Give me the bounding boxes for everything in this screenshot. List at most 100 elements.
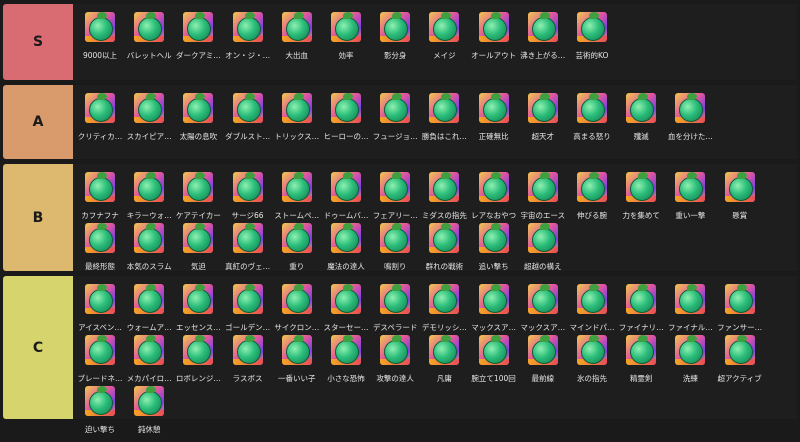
tier-item[interactable]: ラスボス [224, 335, 272, 391]
item-label: サイクロン… [274, 323, 320, 332]
tier-item[interactable]: 宇宙のエース [519, 172, 567, 228]
tier-item[interactable]: ファイナル… [666, 284, 714, 340]
tier-item[interactable]: 沸き上がる… [519, 12, 567, 68]
tier-label[interactable]: S [3, 4, 73, 80]
tier-item[interactable]: メカパイロ… [125, 335, 173, 391]
tier-item[interactable]: ストームペ… [273, 172, 321, 228]
tier-item[interactable]: 追い撃ち [470, 223, 518, 279]
tier-item[interactable]: 小さな恐怖 [322, 335, 370, 391]
tier-item[interactable]: 力を集めて [617, 172, 665, 228]
tier-item[interactable]: バレットヘル [125, 12, 173, 68]
tier-item[interactable]: デスペラード [371, 284, 419, 340]
tier-item[interactable]: 本気のスラム [125, 223, 173, 279]
tier-item[interactable]: マインドパ… [568, 284, 616, 340]
tier-item[interactable]: 血を分けた… [666, 93, 714, 149]
tier-item[interactable]: 群れの戦術 [420, 223, 468, 279]
item-label: 凡庸 [436, 374, 452, 383]
tier-item[interactable]: 洗練 [666, 335, 714, 391]
tier-item[interactable]: トリックス… [273, 93, 321, 149]
tier-item[interactable]: スカイピア… [125, 93, 173, 149]
tier-item[interactable]: 鈍休憩 [125, 386, 173, 442]
item-label: 氷の指先 [577, 374, 607, 383]
tier-item[interactable]: 魔法の達人 [322, 223, 370, 279]
tier-item[interactable]: 精霊剣 [617, 335, 665, 391]
tier-item[interactable]: 腕立て100回 [470, 335, 518, 391]
tier-item[interactable]: ファイナリ… [617, 284, 665, 340]
tier-item[interactable]: 9000以上 [76, 12, 124, 68]
tier-item[interactable]: 凡庸 [420, 335, 468, 391]
tier-item[interactable]: オン・ジ・… [224, 12, 272, 68]
tier-item[interactable]: ドゥームバ… [322, 172, 370, 228]
tier-item[interactable]: 超越の構え [519, 223, 567, 279]
tier-item[interactable]: 迫い撃ち [76, 386, 124, 442]
tier-item[interactable]: エッセンス… [174, 284, 222, 340]
tier-item[interactable]: 大出血 [273, 12, 321, 68]
tier-item[interactable]: 最終形態 [76, 223, 124, 279]
tier-item[interactable]: 芸術的KO [568, 12, 616, 68]
tier-item[interactable]: スターセー… [322, 284, 370, 340]
tier-item[interactable]: 重り [273, 223, 321, 279]
item-thumbnail-icon [281, 335, 312, 365]
item-label: オン・ジ・… [225, 51, 271, 60]
tier-item[interactable]: オールアウト [470, 12, 518, 68]
item-thumbnail-icon [331, 93, 361, 123]
item-thumbnail-icon [183, 12, 214, 42]
tier-item[interactable]: 鳴割り [371, 223, 419, 279]
tier-label[interactable]: B [3, 164, 73, 271]
tier-item[interactable]: アイスベン… [76, 284, 124, 340]
tier-item[interactable]: 殲滅 [617, 93, 665, 149]
tier-list: S 9000以上 バレットヘル ダークアミ… オン・ジ・… 大出血 効率 影分身 メイジ オールア… [0, 0, 800, 434]
tier-item[interactable]: 攻撃の達人 [371, 335, 419, 391]
item-thumbnail-icon [577, 335, 607, 365]
tier-item[interactable]: 太陽の息吹 [174, 93, 222, 149]
tier-item[interactable]: マックスア… [470, 284, 518, 340]
tier-item[interactable]: クリティカ… [76, 93, 124, 149]
tier-item[interactable]: フュージョ… [371, 93, 419, 149]
tier-item[interactable]: 懸賞 [716, 172, 764, 228]
tier-label[interactable]: C [3, 276, 73, 419]
tier-item[interactable]: ダークアミ… [174, 12, 222, 68]
tier-item[interactable]: 氷の指先 [568, 335, 616, 391]
tier-item[interactable]: 勝負はこれ… [420, 93, 468, 149]
tier-item[interactable]: 影分身 [371, 12, 419, 68]
tier-item[interactable]: 伸びる腕 [568, 172, 616, 228]
item-label: 本気のスラム [126, 262, 172, 271]
tier-item[interactable]: サージ66 [224, 172, 272, 228]
tier-item[interactable]: ヒーローの… [322, 93, 370, 149]
tier-item[interactable]: ダブルスト… [224, 93, 272, 149]
tier-item[interactable]: 効率 [322, 12, 370, 68]
tier-item[interactable]: ケアテイカー [174, 172, 222, 228]
tier-item[interactable]: マックスア… [519, 284, 567, 340]
item-thumbnail-icon [478, 284, 509, 314]
tier-item[interactable]: ウォームア… [125, 284, 173, 340]
tier-item[interactable]: フェアリー… [371, 172, 419, 228]
tier-item[interactable]: デモリッシ… [420, 284, 468, 340]
item-label: ケアテイカー [175, 211, 221, 220]
tier-item[interactable]: 最前線 [519, 335, 567, 391]
tier-item[interactable]: 気迫 [174, 223, 222, 279]
item-thumbnail-icon [85, 223, 115, 253]
tier-item[interactable]: ゴールデン… [224, 284, 272, 340]
item-thumbnail-icon [183, 172, 214, 202]
tier-item[interactable]: カフナフナ [76, 172, 124, 228]
item-label: 高まる怒り [573, 132, 611, 141]
tier-item[interactable]: ファンサー… [716, 284, 764, 340]
item-thumbnail-icon [281, 93, 312, 123]
tier-item[interactable]: 真紅のヴェ… [224, 223, 272, 279]
tier-item[interactable]: 重い一撃 [666, 172, 714, 228]
tier-item[interactable]: ロボレンジ… [174, 335, 222, 391]
tier-item[interactable]: 正確無比 [470, 93, 518, 149]
item-label: デモリッシ… [421, 323, 467, 332]
tier-item[interactable]: 超アクティブ [716, 335, 764, 391]
tier-item[interactable]: レアなおやつ [470, 172, 518, 228]
tier-item[interactable]: 一番いい子 [273, 335, 321, 391]
tier-item[interactable]: キラーウォ… [125, 172, 173, 228]
tier-item[interactable]: 高まる怒り [568, 93, 616, 149]
tier-item[interactable]: 超天才 [519, 93, 567, 149]
tier-item[interactable]: ミダスの指先 [420, 172, 468, 228]
tier-item[interactable]: サイクロン… [273, 284, 321, 340]
item-label: 精霊剣 [629, 374, 653, 383]
tier-item[interactable]: ブレードネ… [76, 335, 124, 391]
tier-label[interactable]: A [3, 85, 73, 159]
tier-item[interactable]: メイジ [420, 12, 468, 68]
